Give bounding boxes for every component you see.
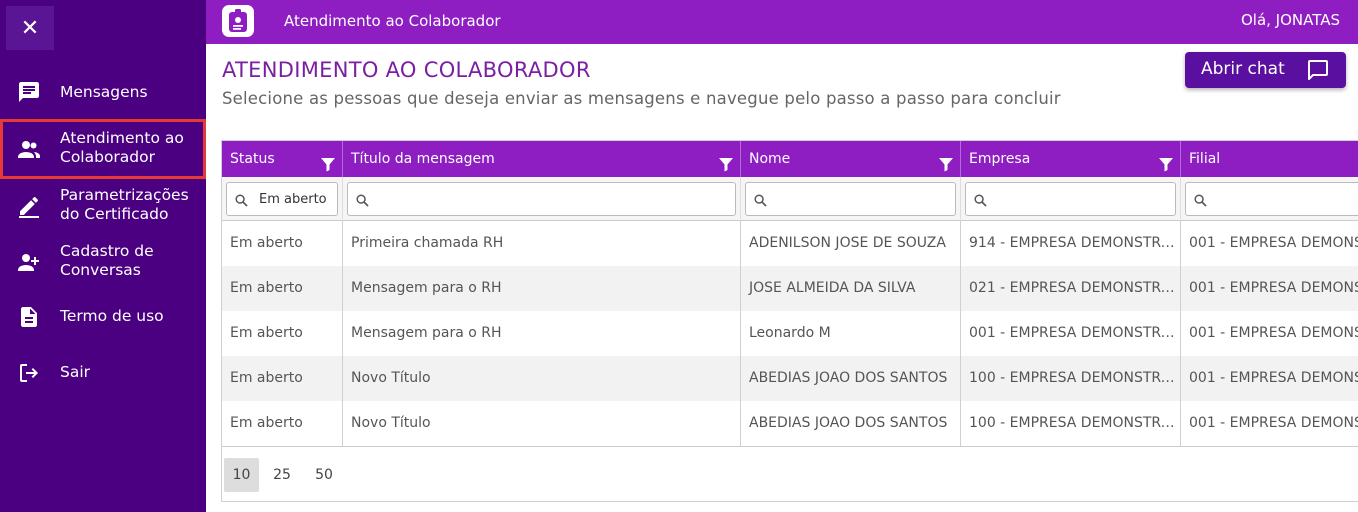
search-icon xyxy=(974,192,987,211)
column-header-label: Nome xyxy=(749,151,791,167)
column-header-titulo[interactable]: Título da mensagem xyxy=(343,141,741,177)
sidebar-item-sair[interactable]: Sair xyxy=(0,354,206,390)
data-grid: Status Título da mensagem Nome Empresa F… xyxy=(221,140,1358,502)
column-header-label: Filial xyxy=(1189,151,1221,167)
cell-filial: 001 - EMPRESA DEMONSTRACAO xyxy=(1189,280,1358,296)
cell-titulo: Mensagem para o RH xyxy=(343,266,741,311)
grid-header-row: Status Título da mensagem Nome Empresa F… xyxy=(222,141,1358,177)
column-header-label: Status xyxy=(230,151,275,167)
document-icon xyxy=(16,304,42,330)
column-header-nome[interactable]: Nome xyxy=(741,141,961,177)
sidebar-item-termo[interactable]: Termo de uso xyxy=(0,298,206,334)
sidebar-item-label: Mensagens xyxy=(60,83,148,101)
page-size-25[interactable]: 25 xyxy=(266,458,298,492)
cell-status: Em aberto xyxy=(222,401,343,446)
cell-empresa: 001 - EMPRESA DEMONSTRACAO xyxy=(961,311,1181,356)
close-menu-button[interactable]: ✕ xyxy=(6,6,54,50)
empresa-filter-input[interactable] xyxy=(965,182,1176,216)
column-header-status[interactable]: Status xyxy=(222,141,343,177)
cell-empresa: 100 - EMPRESA DEMONSTRACAO xyxy=(961,356,1181,401)
page-size-10[interactable]: 10 xyxy=(224,458,259,492)
table-row[interactable]: Em aberto Novo Título ABEDIAS JOAO DOS S… xyxy=(222,401,1358,446)
open-chat-label: Abrir chat xyxy=(1201,59,1285,79)
add-person-icon xyxy=(16,249,42,275)
cell-nome: ABEDIAS JOAO DOS SANTOS xyxy=(741,401,961,446)
top-bar: Atendimento ao Colaborador Olá, JONATAS xyxy=(206,0,1358,44)
cell-nome: ABEDIAS JOAO DOS SANTOS xyxy=(741,356,961,401)
pencil-icon xyxy=(16,193,42,219)
cell-status: Em aberto xyxy=(222,266,343,311)
cell-filial: 001 - EMPRESA DEMONSTRACAO xyxy=(1189,415,1358,431)
sidebar-item-label: Atendimento ao Colaborador xyxy=(60,129,184,166)
chat-icon xyxy=(1306,58,1330,86)
filter-cell-empresa xyxy=(961,177,1181,221)
open-chat-button[interactable]: Abrir chat xyxy=(1185,52,1346,88)
message-icon xyxy=(16,79,42,105)
sidebar-item-label: Termo de uso xyxy=(60,307,164,325)
status-filter-value: Em aberto xyxy=(259,192,327,207)
sidebar: ✕ Mensagens Atendimento ao Colaborador P… xyxy=(0,0,206,512)
search-icon xyxy=(754,192,767,211)
table-row[interactable]: Em aberto Mensagem para o RH Leonardo M … xyxy=(222,311,1358,356)
cell-empresa: 914 - EMPRESA DEMONSTRACAO xyxy=(961,221,1181,266)
cell-status: Em aberto xyxy=(222,356,343,401)
cell-status: Em aberto xyxy=(222,221,343,266)
filter-cell-filial xyxy=(1181,177,1358,221)
cell-titulo: Novo Título xyxy=(343,401,741,446)
cell-filial: 001 - EMPRESA DEMONSTRACAO xyxy=(1189,235,1358,251)
sidebar-item-mensagens[interactable]: Mensagens xyxy=(0,74,206,110)
filter-cell-titulo xyxy=(343,177,741,221)
sidebar-item-cadastro[interactable]: Cadastro de Conversas xyxy=(0,240,206,284)
badge-icon xyxy=(229,9,247,32)
cell-empresa: 021 - EMPRESA DEMONSTRACAO xyxy=(961,266,1181,311)
filter-cell-status: Em aberto xyxy=(222,177,343,221)
cell-filial: 001 - EMPRESA DEMONSTRACAO xyxy=(1189,325,1358,341)
search-icon xyxy=(1194,192,1207,211)
nome-filter-input[interactable] xyxy=(745,182,956,216)
sidebar-item-label: Sair xyxy=(60,363,91,381)
page-subtitle: Selecione as pessoas que deseja enviar a… xyxy=(222,89,1061,108)
cell-nome: Leonardo M xyxy=(741,311,961,356)
cell-titulo: Primeira chamada RH xyxy=(343,221,741,266)
cell-titulo: Mensagem para o RH xyxy=(343,311,741,356)
close-icon: ✕ xyxy=(20,15,40,41)
table-row[interactable]: Em aberto Novo Título ABEDIAS JOAO DOS S… xyxy=(222,356,1358,401)
sidebar-item-label: Parametrizações do Certificado xyxy=(60,186,189,223)
search-icon xyxy=(356,192,369,211)
cell-empresa: 100 - EMPRESA DEMONSTRACAO xyxy=(961,401,1181,446)
column-header-empresa[interactable]: Empresa xyxy=(961,141,1181,177)
table-row[interactable]: Em aberto Primeira chamada RH ADENILSON … xyxy=(222,221,1358,266)
column-header-filial[interactable]: Filial xyxy=(1181,141,1358,177)
cell-titulo: Novo Título xyxy=(343,356,741,401)
app-title: Atendimento ao Colaborador xyxy=(284,12,501,30)
column-header-label: Empresa xyxy=(969,151,1031,167)
column-header-label: Título da mensagem xyxy=(351,151,495,167)
grid-filter-row: Em aberto xyxy=(222,177,1358,221)
cell-status: Em aberto xyxy=(222,311,343,356)
logout-icon xyxy=(16,360,42,386)
cell-filial: 001 - EMPRESA DEMONSTRACAO xyxy=(1189,370,1358,386)
filter-cell-nome xyxy=(741,177,961,221)
cell-nome: ADENILSON JOSE DE SOUZA xyxy=(741,221,961,266)
cell-nome: JOSE ALMEIDA DA SILVA xyxy=(741,266,961,311)
user-greeting: Olá, JONATAS xyxy=(1240,11,1340,29)
app-logo xyxy=(222,5,254,37)
status-filter-input[interactable]: Em aberto xyxy=(226,182,338,216)
titulo-filter-input[interactable] xyxy=(347,182,736,216)
pager: 10 25 50 xyxy=(222,446,1358,501)
search-icon xyxy=(235,192,248,211)
filial-filter-input[interactable] xyxy=(1185,182,1358,216)
sidebar-item-label: Cadastro de Conversas xyxy=(60,242,154,279)
page-title: ATENDIMENTO AO COLABORADOR xyxy=(222,58,591,82)
sidebar-item-atendimento[interactable]: Atendimento ao Colaborador xyxy=(0,119,206,179)
page-size-50[interactable]: 50 xyxy=(308,458,340,492)
table-row[interactable]: Em aberto Mensagem para o RH JOSE ALMEID… xyxy=(222,266,1358,311)
sidebar-item-parametrizacoes[interactable]: Parametrizações do Certificado xyxy=(0,185,206,229)
people-icon xyxy=(16,136,42,162)
